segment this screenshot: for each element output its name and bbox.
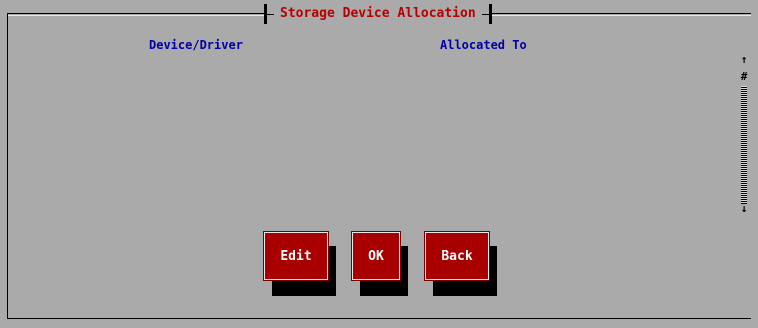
title-left-tick [267, 13, 274, 15]
scroll-track[interactable] [741, 86, 747, 204]
scroll-up-arrow-icon[interactable]: ↑ [738, 54, 750, 66]
list-scrollbar[interactable]: ↑ # ↓ [738, 54, 750, 216]
title-right-tick [481, 13, 489, 15]
edit-button[interactable]: Edit [263, 231, 329, 281]
dialog-title: Storage Device Allocation [280, 6, 476, 21]
device-driver-column-header: Device/Driver [149, 38, 243, 52]
dialog-title-bar: Storage Device Allocation [264, 4, 492, 24]
scroll-thumb[interactable]: # [738, 71, 750, 83]
back-button[interactable]: Back [424, 231, 490, 281]
scroll-down-arrow-icon[interactable]: ↓ [738, 203, 750, 215]
title-right-cap [488, 4, 492, 24]
ok-button[interactable]: OK [351, 231, 401, 281]
allocated-to-column-header: Allocated To [440, 38, 527, 52]
